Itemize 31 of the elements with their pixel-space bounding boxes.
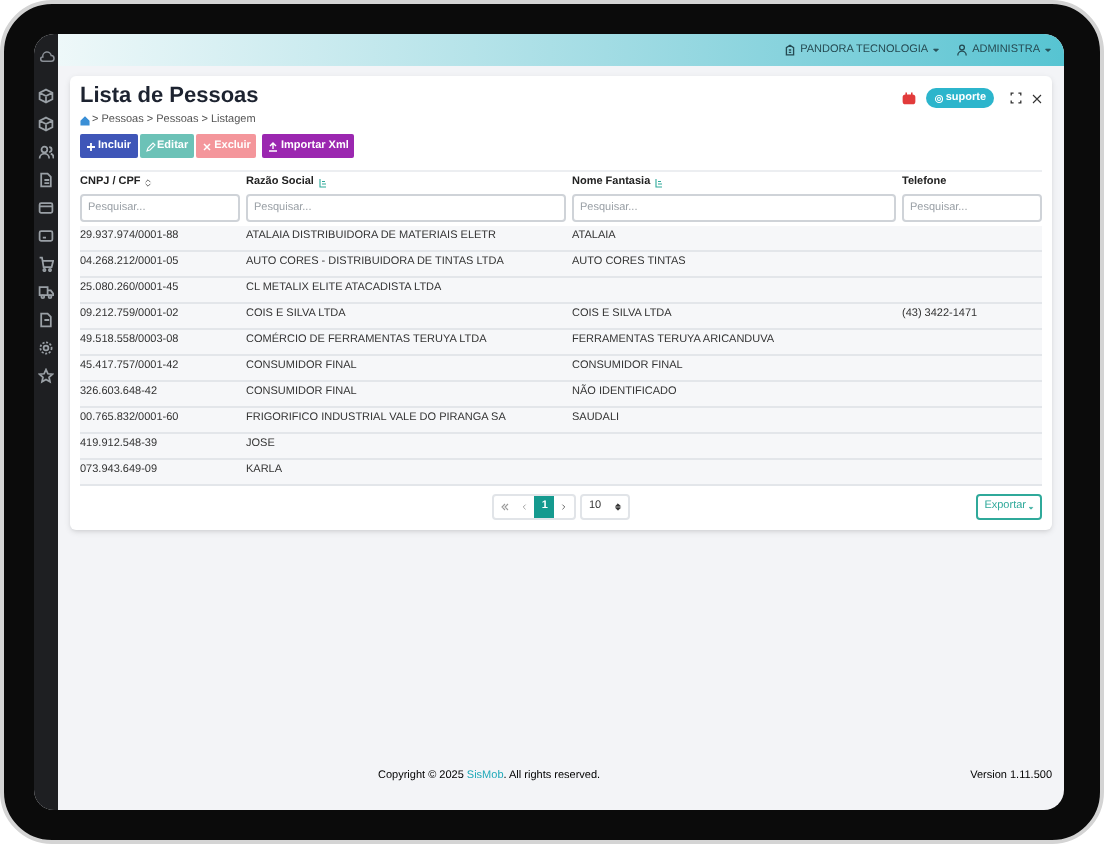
filter-icon (654, 177, 665, 188)
sort-icon (144, 177, 153, 188)
plus-icon (86, 141, 96, 152)
card-icon (38, 200, 54, 216)
star-icon (38, 368, 54, 384)
cloud-logo-icon (37, 50, 55, 64)
building-icon (784, 44, 797, 56)
truck-icon (38, 284, 54, 300)
page-title: Lista de Pessoas (80, 84, 259, 110)
chevron-icon (560, 502, 569, 512)
filter-icon (317, 177, 328, 188)
sort-icon (613, 502, 622, 512)
caret-icon (1044, 46, 1052, 54)
close-icon (202, 141, 213, 152)
home-icon (80, 115, 90, 126)
caret-icon (932, 46, 941, 54)
double-chevron-icon (499, 502, 510, 512)
users-icon (38, 144, 54, 160)
upload-icon (268, 141, 279, 152)
chevron-icon (520, 502, 529, 512)
cart-icon (38, 256, 54, 272)
document-icon (38, 312, 54, 328)
card-icon (38, 228, 54, 244)
pencil-icon (145, 141, 156, 152)
cube-icon (38, 88, 54, 104)
cube-icon (38, 116, 54, 132)
gear-icon (38, 340, 54, 356)
fullscreen-icon (1010, 92, 1022, 105)
document-icon (38, 172, 54, 188)
user-icon (956, 44, 969, 56)
close-icon (1032, 93, 1042, 104)
